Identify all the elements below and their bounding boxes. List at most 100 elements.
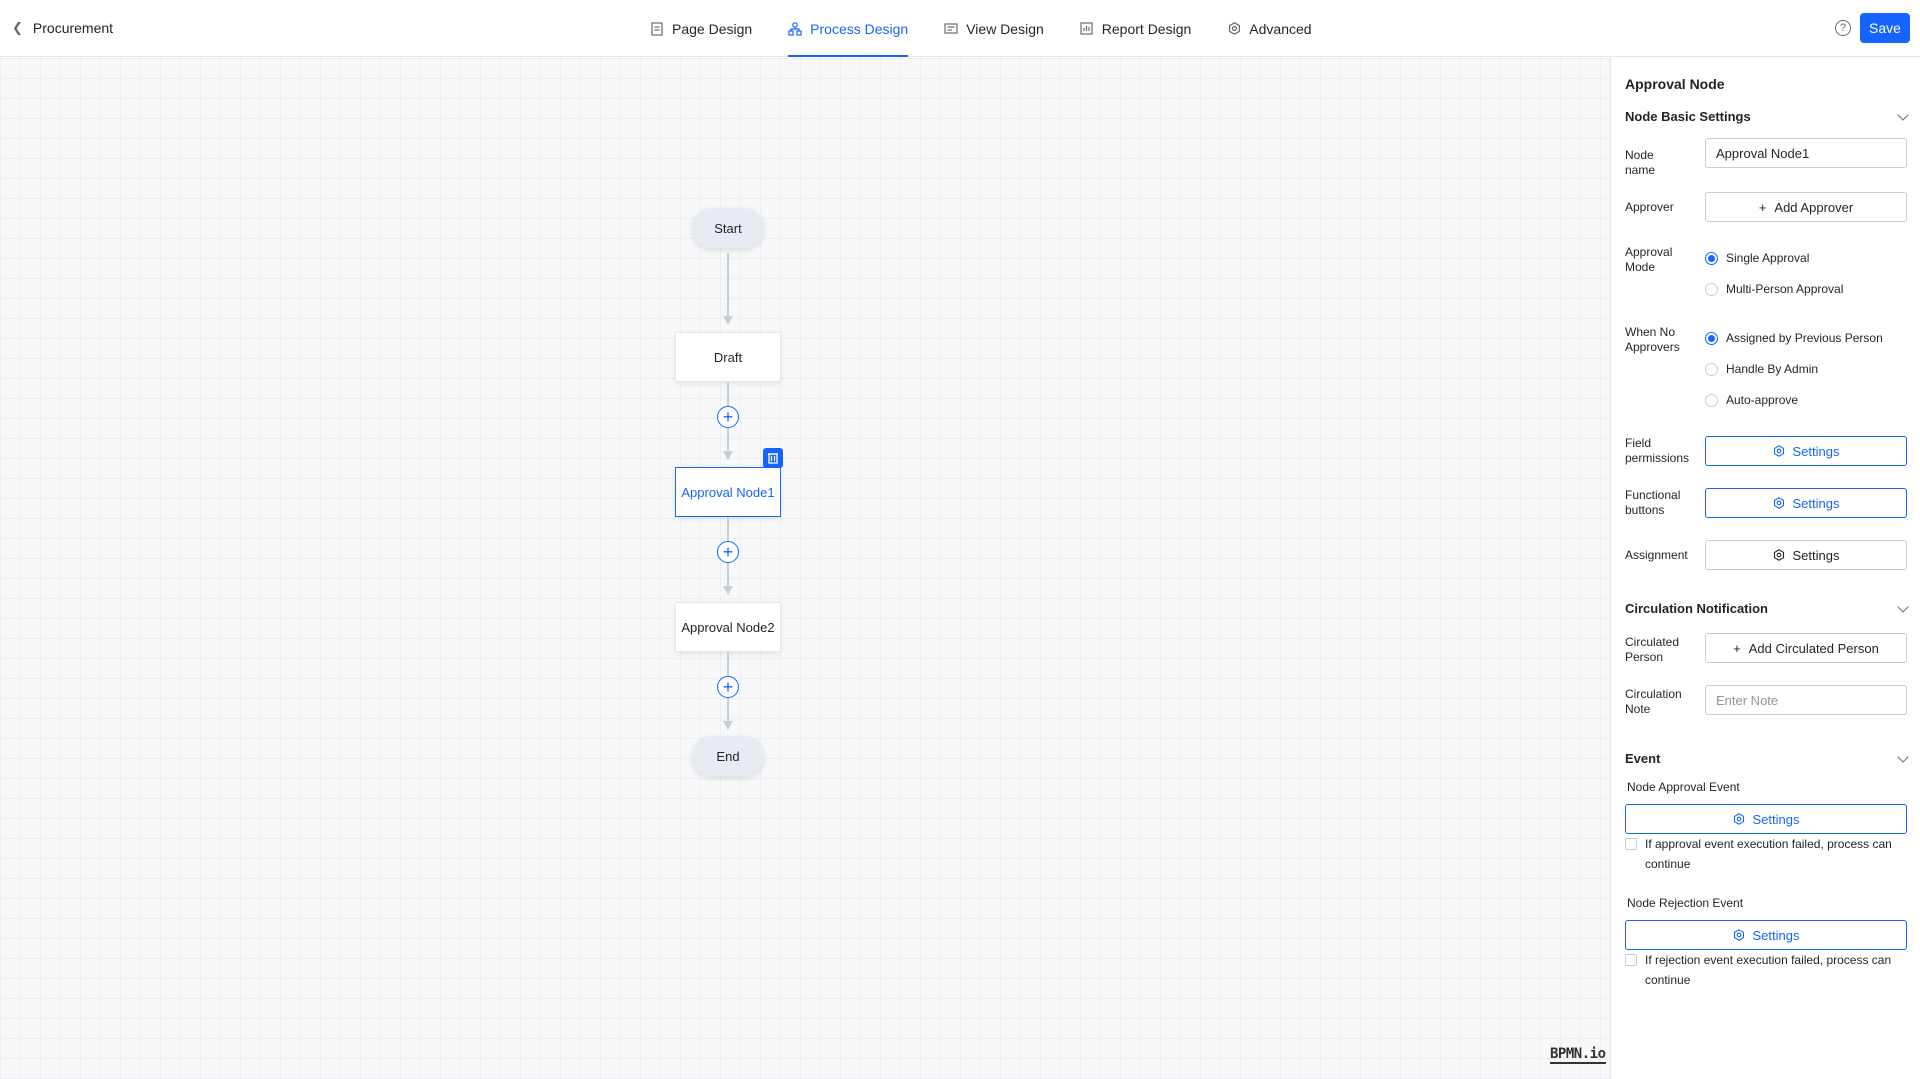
settings-label: Settings bbox=[1752, 927, 1800, 943]
radio-unchecked-icon bbox=[1705, 393, 1718, 407]
gear-icon bbox=[1733, 813, 1744, 825]
section-title: Node Basic Settings bbox=[1625, 109, 1751, 124]
checkbox-icon[interactable] bbox=[1625, 954, 1637, 966]
functional-buttons-settings-button[interactable]: Settings bbox=[1705, 488, 1907, 518]
approval-node-1[interactable]: Approval Node1 bbox=[675, 467, 781, 517]
radio-unchecked-icon bbox=[1705, 282, 1718, 296]
chevron-down-icon[interactable] bbox=[1897, 750, 1909, 763]
radio-single-approval[interactable]: Single Approval bbox=[1705, 251, 1809, 265]
circulated-person-label: Circulated Person bbox=[1625, 635, 1680, 664]
connector-arrow bbox=[723, 451, 733, 460]
tab-advanced[interactable]: Advanced bbox=[1227, 0, 1312, 57]
gear-icon bbox=[1733, 929, 1744, 941]
radio-multi-person-approval[interactable]: Multi-Person Approval bbox=[1705, 282, 1843, 296]
rejection-continue-checkbox[interactable]: If rejection event execution failed, pro… bbox=[1625, 950, 1907, 990]
tab-view-design[interactable]: View Design bbox=[944, 0, 1044, 57]
tab-report-design[interactable]: Report Design bbox=[1080, 0, 1192, 57]
approval-node-2[interactable]: Approval Node2 bbox=[675, 602, 781, 652]
node-name-input[interactable]: Approval Node1 bbox=[1705, 138, 1907, 168]
checkbox-label: If rejection event execution failed, pro… bbox=[1645, 953, 1892, 987]
bpmn-io-logo[interactable]: BPMN.io bbox=[1550, 1046, 1606, 1064]
tab-process-design[interactable]: Process Design bbox=[788, 0, 909, 57]
approver-label: Approver bbox=[1625, 200, 1674, 214]
add-node-plus-icon[interactable]: + bbox=[717, 541, 739, 563]
plus-icon: + bbox=[1733, 640, 1741, 656]
properties-panel: Approval Node Node Basic Settings Node n… bbox=[1610, 58, 1920, 1079]
tab-label: Report Design bbox=[1101, 20, 1192, 37]
panel-title: Approval Node bbox=[1625, 76, 1725, 92]
add-node-plus-icon[interactable]: + bbox=[717, 406, 739, 428]
approval-event-settings-button[interactable]: Settings bbox=[1625, 804, 1907, 834]
approval-continue-checkbox[interactable]: If approval event execution failed, proc… bbox=[1625, 834, 1907, 874]
plus-icon: + bbox=[1758, 199, 1767, 215]
top-bar: ❮ Procurement Page Design Process Design… bbox=[0, 0, 1920, 57]
section-circulation-notification[interactable]: Circulation Notification bbox=[1625, 600, 1911, 616]
no-approvers-label: When No Approvers bbox=[1625, 325, 1680, 354]
radio-auto-approve[interactable]: Auto-approve bbox=[1705, 393, 1798, 407]
process-icon bbox=[788, 21, 802, 36]
view-icon bbox=[944, 22, 958, 36]
checkbox-icon[interactable] bbox=[1625, 838, 1637, 850]
section-title: Event bbox=[1625, 751, 1661, 766]
connector-arrow bbox=[723, 586, 733, 595]
radio-handle-by-admin[interactable]: Handle By Admin bbox=[1705, 362, 1818, 376]
circulation-note-input[interactable]: Enter Note bbox=[1705, 685, 1907, 715]
radio-unchecked-icon bbox=[1705, 362, 1718, 376]
gear-icon bbox=[1773, 445, 1784, 457]
process-canvas[interactable]: Start Draft + Approval Node1 + Approval … bbox=[0, 58, 1610, 1079]
field-permissions-settings-button[interactable]: Settings bbox=[1705, 436, 1907, 466]
radio-assigned-by-previous[interactable]: Assigned by Previous Person bbox=[1705, 331, 1883, 345]
tab-label: Process Design bbox=[810, 20, 909, 37]
approval-mode-label: Approval Mode bbox=[1625, 245, 1673, 274]
add-node-plus-icon[interactable]: + bbox=[717, 676, 739, 698]
settings-label: Settings bbox=[1752, 811, 1800, 827]
connector-arrow bbox=[723, 721, 733, 730]
node-rejection-event-label: Node Rejection Event bbox=[1627, 896, 1744, 910]
connector-line bbox=[727, 253, 729, 323]
assignment-settings-button[interactable]: Settings bbox=[1705, 540, 1907, 570]
add-person-label: Add Circulated Person bbox=[1748, 640, 1879, 656]
back-button[interactable]: ❮ Procurement bbox=[12, 20, 113, 36]
chevron-left-icon: ❮ bbox=[12, 20, 23, 35]
radio-label: Assigned by Previous Person bbox=[1726, 331, 1883, 345]
settings-label: Settings bbox=[1792, 547, 1840, 563]
back-label: Procurement bbox=[32, 20, 114, 36]
radio-checked-icon bbox=[1705, 251, 1718, 265]
tab-label: View Design bbox=[966, 20, 1044, 37]
help-icon[interactable]: ? bbox=[1835, 20, 1851, 36]
gear-icon bbox=[1773, 497, 1784, 509]
draft-node[interactable]: Draft bbox=[675, 332, 781, 382]
add-circulated-person-button[interactable]: + Add Circulated Person bbox=[1705, 633, 1907, 663]
radio-label: Handle By Admin bbox=[1726, 362, 1819, 376]
settings-label: Settings bbox=[1792, 495, 1840, 511]
rejection-event-settings-button[interactable]: Settings bbox=[1625, 920, 1907, 950]
end-event[interactable]: End bbox=[692, 736, 764, 776]
tab-label: Page Design bbox=[672, 20, 753, 37]
design-tabs: Page Design Process Design View Design R… bbox=[650, 0, 1312, 57]
tab-label: Advanced bbox=[1249, 20, 1312, 37]
add-approver-button[interactable]: + Add Approver bbox=[1705, 192, 1907, 222]
settings-label: Settings bbox=[1792, 443, 1840, 459]
save-button[interactable]: Save bbox=[1860, 13, 1910, 43]
radio-label: Auto-approve bbox=[1726, 393, 1799, 407]
node-name-label: Node name bbox=[1625, 148, 1656, 177]
section-node-basic-settings[interactable]: Node Basic Settings bbox=[1625, 108, 1911, 124]
section-title: Circulation Notification bbox=[1625, 601, 1768, 616]
radio-label: Multi-Person Approval bbox=[1726, 282, 1844, 296]
connector-arrow bbox=[723, 316, 733, 325]
circulation-note-label: Circulation Note bbox=[1625, 687, 1682, 716]
page-icon bbox=[650, 21, 664, 36]
report-icon bbox=[1080, 22, 1094, 36]
chevron-down-icon[interactable] bbox=[1897, 600, 1909, 613]
radio-checked-icon bbox=[1705, 331, 1718, 345]
gear-icon bbox=[1773, 549, 1784, 561]
node-approval-event-label: Node Approval Event bbox=[1627, 780, 1740, 794]
functional-buttons-label: Functional buttons bbox=[1625, 488, 1681, 517]
start-event[interactable]: Start bbox=[692, 208, 764, 248]
tab-page-design[interactable]: Page Design bbox=[650, 0, 752, 57]
add-approver-label: Add Approver bbox=[1774, 199, 1854, 215]
section-event[interactable]: Event bbox=[1625, 750, 1911, 766]
field-permissions-label: Field permissions bbox=[1625, 436, 1690, 465]
chevron-down-icon[interactable] bbox=[1897, 108, 1909, 121]
delete-icon[interactable] bbox=[763, 448, 783, 468]
